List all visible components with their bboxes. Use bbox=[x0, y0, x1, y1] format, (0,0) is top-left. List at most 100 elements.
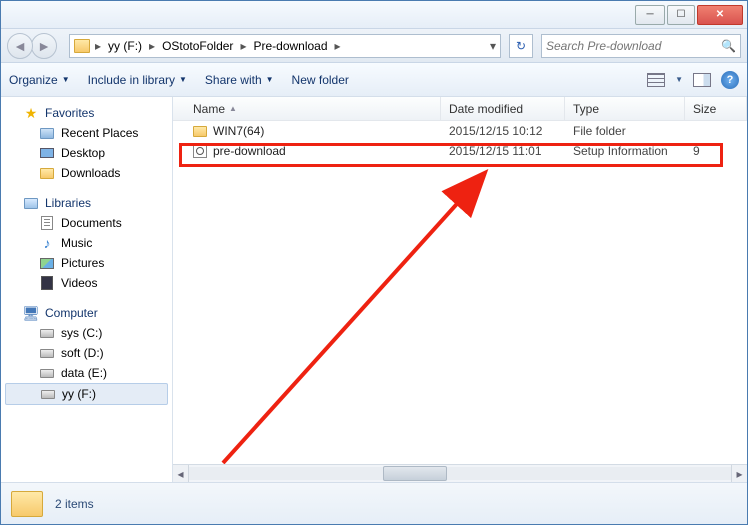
sidebar-group-favorites: ★Favorites Recent Places Desktop Downloa… bbox=[1, 103, 172, 183]
chevron-down-icon: ▼ bbox=[62, 75, 70, 84]
list-item[interactable]: pre-download 2015/12/15 11:01 Setup Info… bbox=[173, 141, 747, 161]
sidebar-item-label: yy (F:) bbox=[62, 387, 96, 401]
toolbar: Organize ▼ Include in library ▼ Share with… bbox=[1, 63, 747, 97]
back-button[interactable]: ◄ bbox=[7, 33, 33, 59]
close-button[interactable]: ✕ bbox=[697, 5, 743, 25]
include-label: Include in library bbox=[88, 73, 175, 87]
status-bar: 2 items bbox=[1, 482, 747, 524]
breadcrumb-drive[interactable]: yy (F:) bbox=[106, 39, 144, 53]
file-date: 2015/12/15 11:01 bbox=[441, 144, 565, 158]
forward-button[interactable]: ► bbox=[31, 33, 57, 59]
minimize-button[interactable]: ─ bbox=[635, 5, 665, 25]
address-bar[interactable]: ▸ yy (F:) ▸ OStotoFolder ▸ Pre-download … bbox=[69, 34, 501, 58]
explorer-window: ─ ☐ ✕ ◄ ► ▸ yy (F:) ▸ OStotoFolder ▸ Pre… bbox=[0, 0, 748, 525]
downloads-icon bbox=[39, 165, 55, 181]
drive-icon bbox=[39, 365, 55, 381]
column-header-name[interactable]: Name ▲ bbox=[173, 97, 441, 120]
preview-pane-button[interactable] bbox=[693, 73, 711, 87]
file-name: pre-download bbox=[213, 144, 286, 158]
sidebar-item-drive-c[interactable]: sys (C:) bbox=[1, 323, 172, 343]
sidebar-item-drive-f[interactable]: yy (F:) bbox=[5, 383, 168, 405]
sidebar-item-label: Downloads bbox=[61, 166, 120, 180]
sidebar-item-label: Music bbox=[61, 236, 92, 250]
horizontal-scrollbar[interactable]: ◂ ▸ bbox=[173, 464, 747, 482]
include-in-library-menu[interactable]: Include in library ▼ bbox=[88, 73, 187, 87]
chevron-down-icon: ▼ bbox=[266, 75, 274, 84]
drive-icon bbox=[39, 345, 55, 361]
organize-menu[interactable]: Organize ▼ bbox=[9, 73, 70, 87]
sidebar-item-videos[interactable]: Videos bbox=[1, 273, 172, 293]
main-area: ★Favorites Recent Places Desktop Downloa… bbox=[1, 97, 747, 482]
videos-icon bbox=[39, 275, 55, 291]
sidebar-head-computer[interactable]: 🖥Computer bbox=[1, 303, 172, 323]
chevron-right-icon: ▸ bbox=[146, 39, 158, 53]
scroll-left-button[interactable]: ◂ bbox=[173, 465, 189, 482]
col-label: Name bbox=[193, 102, 225, 116]
sidebar-item-label: Desktop bbox=[61, 146, 105, 160]
sidebar-item-label: sys (C:) bbox=[61, 326, 102, 340]
col-label: Type bbox=[573, 102, 599, 116]
sidebar-item-recent-places[interactable]: Recent Places bbox=[1, 123, 172, 143]
help-button[interactable]: ? bbox=[721, 71, 739, 89]
sort-indicator-icon: ▲ bbox=[229, 104, 237, 113]
chevron-right-icon: ▸ bbox=[92, 39, 104, 53]
sidebar-item-drive-d[interactable]: soft (D:) bbox=[1, 343, 172, 363]
sidebar-item-label: Videos bbox=[61, 276, 97, 290]
new-folder-button[interactable]: New folder bbox=[292, 73, 349, 87]
scrollbar-track[interactable] bbox=[189, 467, 731, 480]
drive-icon bbox=[74, 39, 90, 53]
list-item[interactable]: WIN7(64) 2015/12/15 10:12 File folder bbox=[173, 121, 747, 141]
breadcrumb-folder-2[interactable]: Pre-download bbox=[251, 39, 329, 53]
chevron-right-icon: ▸ bbox=[237, 39, 249, 53]
view-options-button[interactable] bbox=[647, 73, 665, 87]
sidebar-item-music[interactable]: ♪ Music bbox=[1, 233, 172, 253]
sidebar: ★Favorites Recent Places Desktop Downloa… bbox=[1, 97, 173, 482]
scrollbar-thumb[interactable] bbox=[383, 466, 447, 481]
sidebar-item-downloads[interactable]: Downloads bbox=[1, 163, 172, 183]
sidebar-item-label: Recent Places bbox=[61, 126, 138, 140]
breadcrumb-folder-1[interactable]: OStotoFolder bbox=[160, 39, 235, 53]
sidebar-item-pictures[interactable]: Pictures bbox=[1, 253, 172, 273]
sidebar-head-favorites[interactable]: ★Favorites bbox=[1, 103, 172, 123]
file-size: 9 bbox=[685, 144, 747, 158]
sidebar-item-desktop[interactable]: Desktop bbox=[1, 143, 172, 163]
file-type: File folder bbox=[565, 124, 685, 138]
sidebar-item-label: Pictures bbox=[61, 256, 104, 270]
titlebar: ─ ☐ ✕ bbox=[1, 1, 747, 29]
search-input[interactable] bbox=[546, 39, 721, 53]
maximize-button[interactable]: ☐ bbox=[667, 5, 695, 25]
desktop-icon bbox=[39, 145, 55, 161]
chevron-down-icon: ▼ bbox=[675, 75, 683, 84]
address-dropdown-icon[interactable]: ▾ bbox=[488, 39, 496, 53]
music-icon: ♪ bbox=[39, 235, 55, 251]
recent-places-icon bbox=[39, 125, 55, 141]
computer-label: Computer bbox=[45, 306, 98, 320]
sidebar-group-libraries: Libraries Documents ♪ Music Pictures Vide… bbox=[1, 193, 172, 293]
chevron-down-icon: ▼ bbox=[179, 75, 187, 84]
drive-icon bbox=[39, 325, 55, 341]
refresh-button[interactable]: ↻ bbox=[509, 34, 533, 58]
scroll-right-button[interactable]: ▸ bbox=[731, 465, 747, 482]
toolbar-right: ▼ ? bbox=[647, 71, 739, 89]
content-pane: Name ▲ Date modified Type Size WIN7(64) 2… bbox=[173, 97, 747, 482]
share-with-menu[interactable]: Share with▼ bbox=[205, 73, 274, 87]
drive-icon bbox=[40, 386, 56, 402]
column-header-type[interactable]: Type bbox=[565, 97, 685, 120]
organize-label: Organize bbox=[9, 73, 58, 87]
libraries-icon bbox=[23, 195, 39, 211]
favorites-label: Favorites bbox=[45, 106, 94, 120]
file-date: 2015/12/15 10:12 bbox=[441, 124, 565, 138]
column-header-date[interactable]: Date modified bbox=[441, 97, 565, 120]
column-header-size[interactable]: Size bbox=[685, 97, 747, 120]
sidebar-item-documents[interactable]: Documents bbox=[1, 213, 172, 233]
sidebar-head-libraries[interactable]: Libraries bbox=[1, 193, 172, 213]
sidebar-item-drive-e[interactable]: data (E:) bbox=[1, 363, 172, 383]
inf-file-icon bbox=[193, 144, 207, 158]
folder-icon bbox=[11, 491, 43, 517]
col-label: Size bbox=[693, 102, 716, 116]
status-text: 2 items bbox=[55, 497, 94, 511]
search-box[interactable]: 🔍 bbox=[541, 34, 741, 58]
navbar: ◄ ► ▸ yy (F:) ▸ OStotoFolder ▸ Pre-downl… bbox=[1, 29, 747, 63]
libraries-label: Libraries bbox=[45, 196, 91, 210]
col-label: Date modified bbox=[449, 102, 523, 116]
